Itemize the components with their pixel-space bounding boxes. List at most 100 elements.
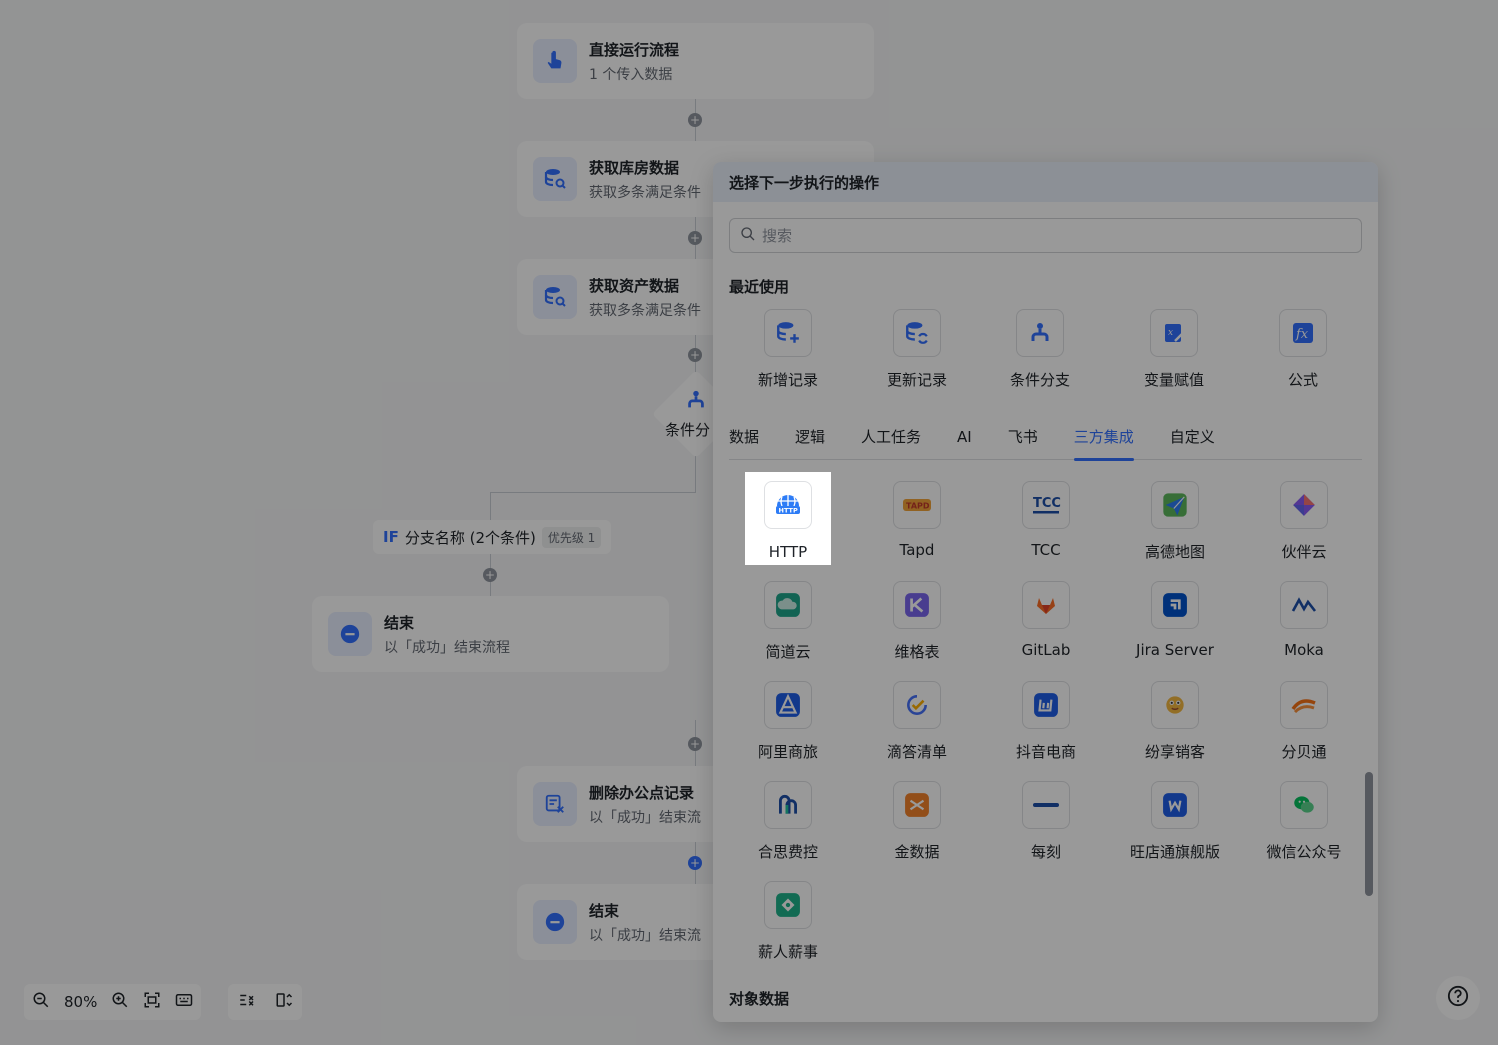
tab-custom[interactable]: 自定义: [1170, 426, 1215, 460]
item-label: 纷享销客: [1144, 743, 1205, 761]
xinrenxinshi-icon: [764, 881, 812, 929]
item-label: GitLab: [1021, 641, 1071, 659]
tab-third-party[interactable]: 三方集成: [1073, 426, 1134, 461]
item-label: 伙伴云: [1281, 543, 1327, 561]
tab-data[interactable]: 数据: [729, 426, 759, 460]
integration-alitrip[interactable]: 阿里商旅: [740, 681, 836, 762]
add-step-button[interactable]: +: [483, 568, 497, 582]
add-step-button[interactable]: +: [688, 348, 702, 362]
fit-view-icon[interactable]: [143, 991, 161, 1013]
node-subtitle: 获取多条满足条件: [589, 185, 701, 201]
add-record-icon: [764, 309, 812, 357]
node-subtitle: 以「成功」结束流程: [384, 640, 510, 656]
zoom-in-icon[interactable]: [111, 991, 129, 1013]
connector: [490, 492, 491, 522]
zoom-out-icon[interactable]: [32, 991, 50, 1013]
integration-douyin-shop[interactable]: 抖音电商: [998, 681, 1094, 762]
expand-collapse-icon[interactable]: [275, 991, 293, 1013]
item-label: 高德地图: [1144, 543, 1205, 561]
zoom-level: 80%: [64, 993, 98, 1011]
add-step-button[interactable]: +: [688, 737, 702, 751]
flow-node-trigger[interactable]: 直接运行流程 1 个传入数据: [517, 23, 874, 99]
item-label: HTTP: [768, 543, 808, 561]
item-label: 薪人薪事: [757, 943, 818, 961]
node-title: 获取库房数据: [589, 159, 680, 177]
integration-hose[interactable]: 合思费控: [740, 781, 836, 862]
connector: [490, 492, 696, 493]
integration-vika[interactable]: 维格表: [869, 581, 965, 662]
category-tabs: 数据 逻辑 人工任务 AI 飞书 三方集成 自定义: [729, 426, 1362, 461]
priority-badge: 优先级 1: [541, 526, 602, 548]
add-step-button[interactable]: +: [688, 113, 702, 127]
minimap-icon[interactable]: [175, 991, 193, 1013]
node-title: 条件分: [665, 421, 711, 439]
action-picker-panel: 选择下一步执行的操作 最近使用 新增记录 更新记录 条件分支 x 变量赋值 fx…: [713, 162, 1378, 1022]
integration-tcc[interactable]: TCC TCC: [998, 481, 1094, 559]
integration-jiandaoyun[interactable]: 简道云: [740, 581, 836, 662]
branch-label[interactable]: IF 分支名称 (2个条件) 优先级 1: [373, 520, 612, 554]
integration-fxiaoke[interactable]: 纷享销客: [1127, 681, 1223, 762]
help-button[interactable]: [1436, 976, 1480, 1020]
branch-icon: [685, 389, 707, 415]
tcc-icon: TCC: [1022, 481, 1070, 529]
integration-wechat-mp[interactable]: 微信公众号: [1256, 781, 1352, 862]
http-icon: HTTP: [764, 481, 812, 529]
integration-wangdiantong[interactable]: 旺店通旗舰版: [1127, 781, 1223, 862]
search-input[interactable]: [762, 226, 1322, 245]
integration-amap[interactable]: 高德地图: [1127, 481, 1223, 562]
branch-icon: [1016, 309, 1064, 357]
integration-ticktick[interactable]: 滴答清单: [869, 681, 965, 762]
vika-icon: [893, 581, 941, 629]
svg-text:x: x: [1168, 328, 1173, 338]
item-label: 分贝通: [1281, 743, 1327, 761]
tab-ai[interactable]: AI: [957, 426, 972, 460]
object-section-title: 对象数据: [729, 990, 790, 1008]
node-subtitle: 获取多条满足条件: [589, 303, 701, 319]
node-subtitle: 1 个传入数据: [589, 67, 673, 83]
douyin-shop-icon: [1022, 681, 1070, 729]
branch-if-tag: IF: [383, 528, 399, 546]
tab-manual-task[interactable]: 人工任务: [861, 426, 921, 460]
integration-http[interactable]: HTTP HTTP: [745, 472, 831, 565]
add-step-button-active[interactable]: +: [688, 856, 702, 870]
recent-item-add-record[interactable]: 新增记录: [740, 309, 836, 390]
integration-jira[interactable]: Jira Server: [1127, 581, 1223, 659]
add-step-button[interactable]: +: [688, 231, 702, 245]
jira-icon: [1151, 581, 1199, 629]
search-box[interactable]: [729, 218, 1362, 253]
integration-huoban[interactable]: 伙伴云: [1256, 481, 1352, 562]
alitrip-icon: [764, 681, 812, 729]
item-label: 更新记录: [886, 371, 947, 389]
integration-gitlab[interactable]: GitLab: [998, 581, 1094, 659]
svg-text:TCC: TCC: [1033, 496, 1061, 511]
item-label: 简道云: [765, 643, 811, 661]
node-subtitle: 以「成功」结束流: [589, 810, 701, 826]
integration-xinrenxinshi[interactable]: 薪人薪事: [740, 881, 836, 962]
item-label: 金数据: [894, 843, 940, 861]
integration-maycur[interactable]: 每刻: [998, 781, 1094, 862]
flow-node-branch-end[interactable]: 结束 以「成功」结束流程: [312, 596, 669, 672]
wangdiantong-icon: [1151, 781, 1199, 829]
integration-fenbeitong[interactable]: 分贝通: [1256, 681, 1352, 762]
recent-item-update-record[interactable]: 更新记录: [869, 309, 965, 390]
recent-item-branch[interactable]: 条件分支: [992, 309, 1088, 390]
recent-item-variable-assign[interactable]: x 变量赋值: [1126, 309, 1222, 390]
variable-assign-icon: x: [1150, 309, 1198, 357]
hose-icon: [764, 781, 812, 829]
item-label: 滴答清单: [886, 743, 947, 761]
branch-name: 分支名称 (2个条件): [404, 528, 536, 547]
svg-text:HTTP: HTTP: [779, 507, 798, 515]
item-label: 每刻: [1030, 843, 1061, 861]
integration-moka[interactable]: Moka: [1256, 581, 1352, 659]
tab-feishu[interactable]: 飞书: [1008, 426, 1038, 460]
end-icon: [533, 900, 577, 944]
item-label: 抖音电商: [1015, 743, 1076, 761]
item-label: TCC: [1031, 541, 1061, 559]
recent-item-formula[interactable]: fx 公式: [1255, 309, 1351, 390]
integration-jinshuju[interactable]: 金数据: [869, 781, 965, 862]
item-label: Jira Server: [1136, 641, 1214, 659]
panel-scrollbar[interactable]: [1365, 772, 1373, 896]
auto-layout-icon[interactable]: [238, 991, 256, 1013]
tab-logic[interactable]: 逻辑: [795, 426, 825, 460]
integration-tapd[interactable]: TAPD Tapd: [869, 481, 965, 559]
